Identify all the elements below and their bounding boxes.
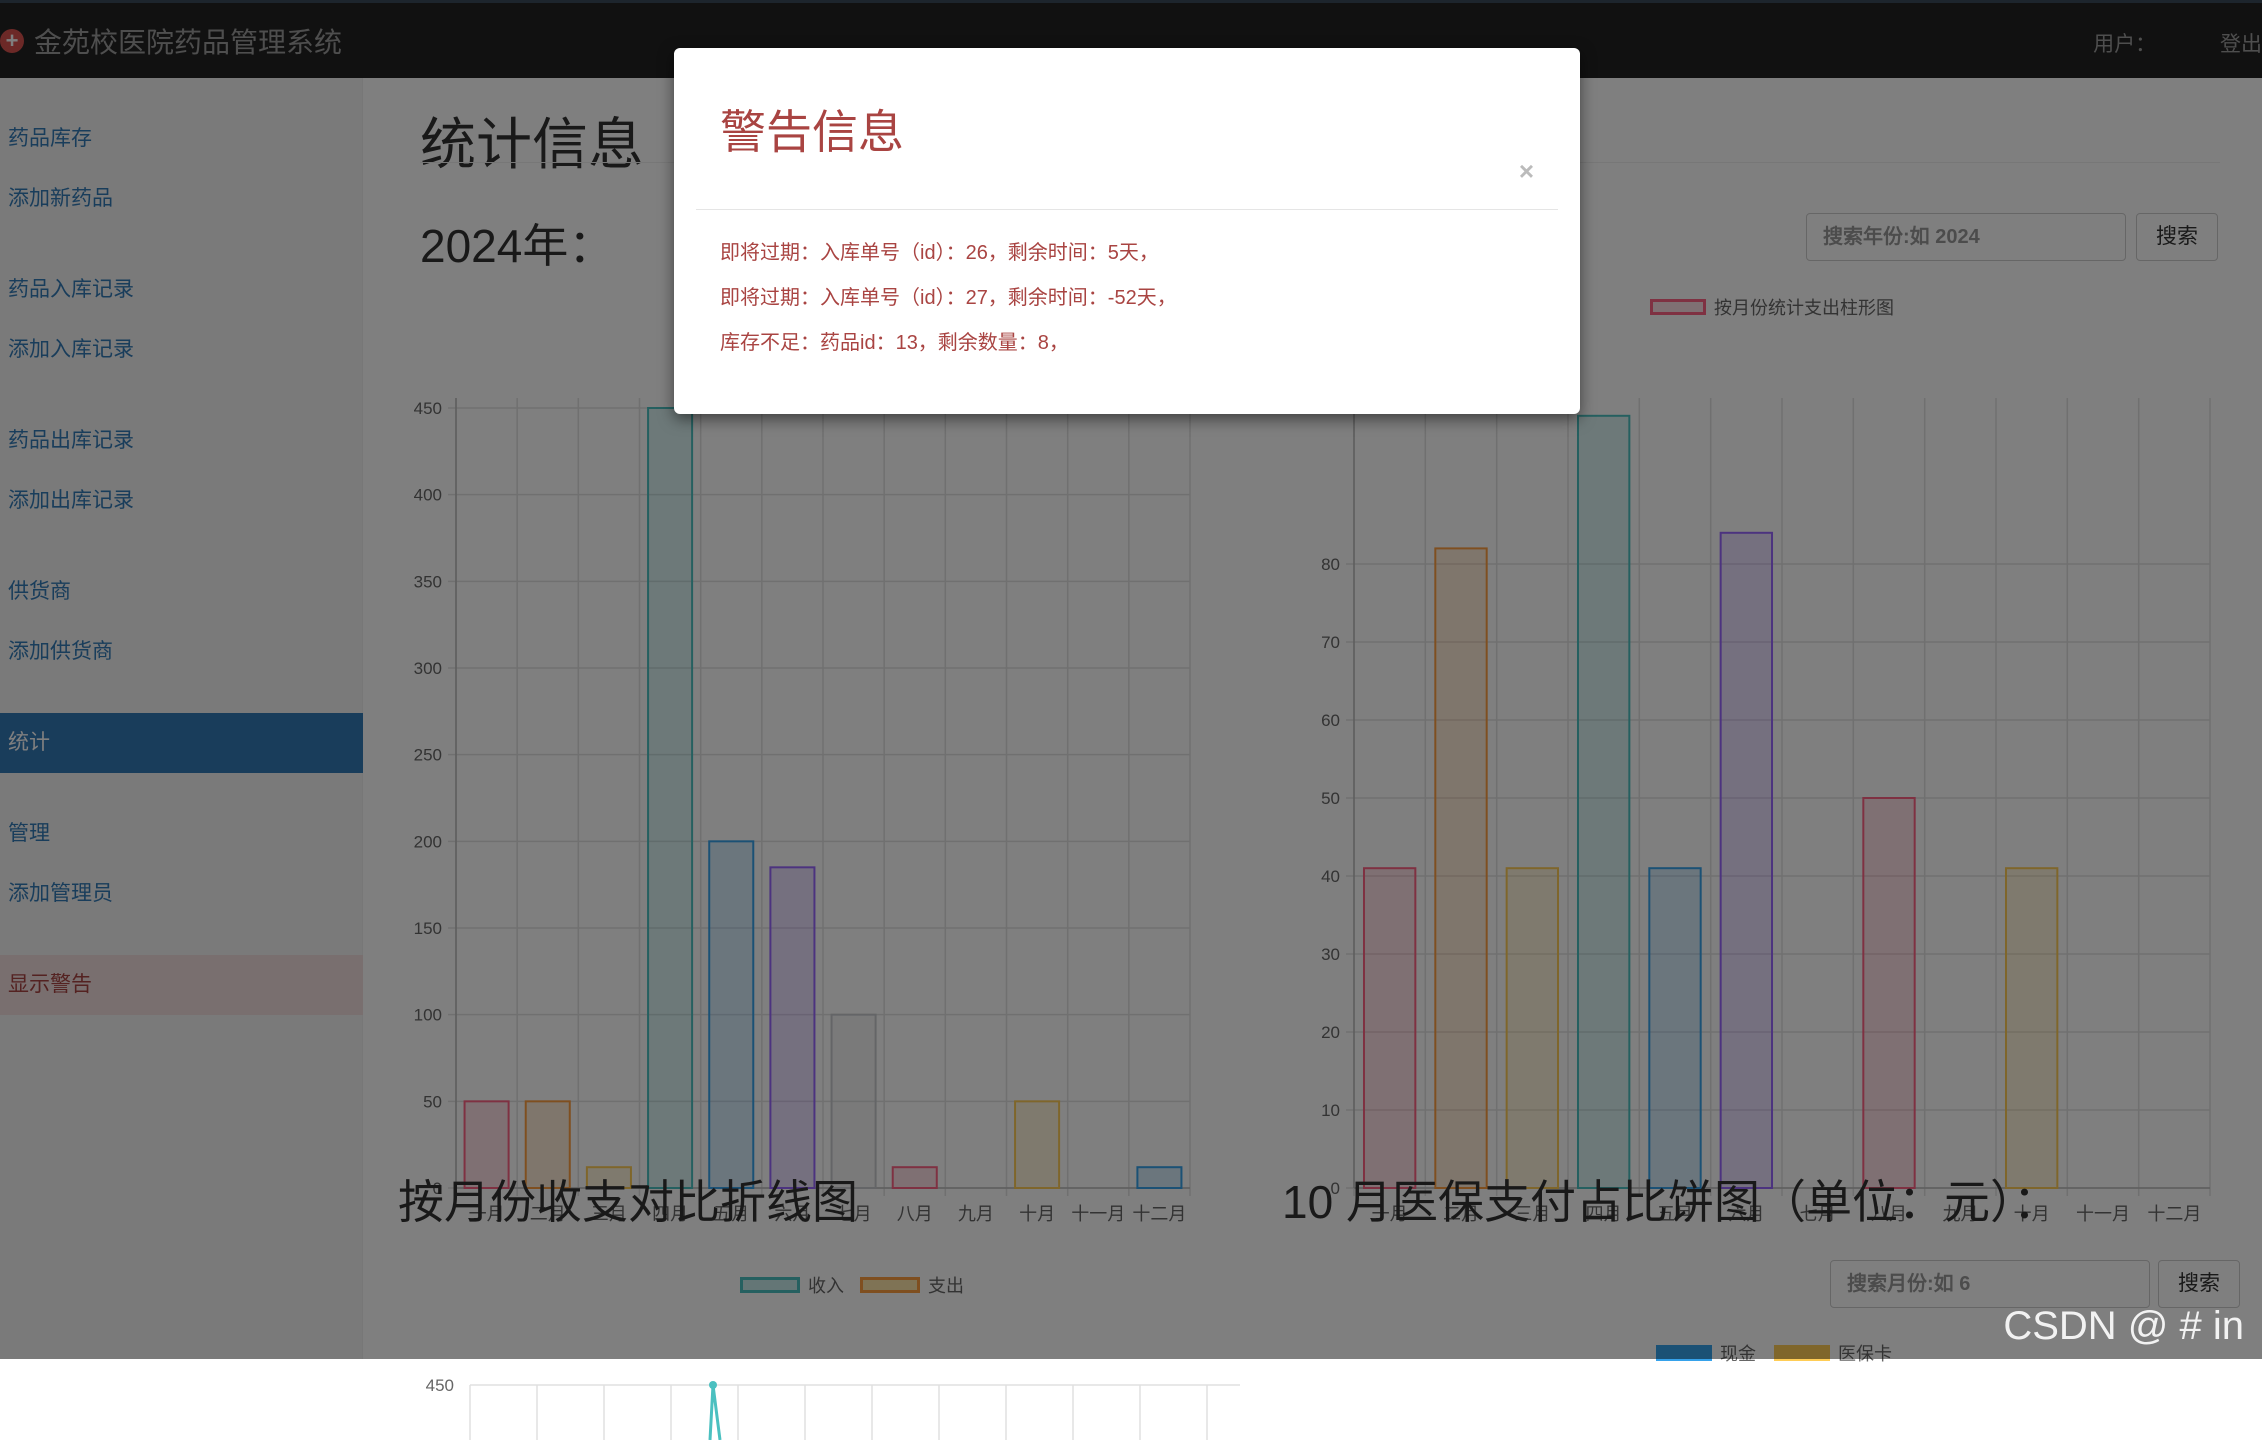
warning-line: 库存不足：药品id：13，剩余数量：8， <box>720 332 1069 354</box>
watermark: CSDN @ # in <box>2003 1304 2244 1348</box>
modal-title: 警告信息 <box>720 106 904 158</box>
y-tick-label: 450 <box>426 1376 454 1395</box>
income-point <box>709 1381 717 1389</box>
modal-divider <box>696 209 1558 210</box>
warning-line: 即将过期：入库单号（id）：27，剩余时间：-52天， <box>720 287 1177 309</box>
warning-modal: 警告信息 × 即将过期：入库单号（id）：26，剩余时间：5天， 即将过期：入库… <box>674 48 1580 414</box>
warning-line: 即将过期：入库单号（id）：26，剩余时间：5天， <box>720 242 1159 264</box>
close-icon[interactable]: × <box>1519 156 1534 187</box>
income-expense-line-chart: 450 <box>426 1376 1240 1440</box>
income-line <box>708 1384 722 1440</box>
